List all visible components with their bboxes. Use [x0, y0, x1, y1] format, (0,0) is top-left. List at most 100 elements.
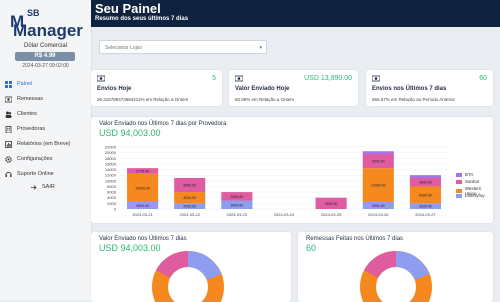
page-subtitle: Resumo dos seus últimos 7 dias [95, 16, 189, 22]
money-icon [97, 75, 105, 82]
donut-slice-sanbor [155, 250, 189, 279]
stat-value: USD 13,990.00 [304, 75, 352, 82]
chevron-down-icon: ▾ [259, 45, 262, 51]
stat-card-valor-hoje: USD 13,990.00 Valor Enviado Hoje 60.99% … [229, 70, 358, 106]
nav-label: Remessas [17, 96, 43, 102]
money-icon [235, 75, 243, 82]
nav-remessas[interactable]: Remessas [5, 94, 43, 104]
nav-label: Painel [17, 81, 33, 87]
money-icon [5, 96, 12, 103]
x-tick-label: 2024-03-24 [274, 212, 295, 217]
brand-logo: M SB Manager [10, 8, 83, 40]
building-icon [5, 125, 12, 133]
stat-label: Envios nos Últimos 7 dias [372, 86, 447, 92]
bar-value-label: 2000.00 [419, 205, 432, 209]
y-tick-label: 18000 [105, 156, 117, 161]
nav-label: Clientes [17, 111, 37, 117]
nav-label: Suporte Online [17, 171, 54, 177]
legend-label: Sanbor [465, 179, 480, 184]
bar-value-label: 12000.00 [371, 184, 386, 188]
bar-value-label: 4000.00 [183, 196, 196, 200]
sidebar: M SB Manager Dólar Comercial R$ 4.99 202… [0, 0, 92, 300]
nav-sair[interactable]: SAIR [30, 182, 55, 192]
report-icon [5, 140, 12, 148]
bar-value-label: 4000.00 [325, 202, 338, 206]
nav-suporte[interactable]: Suporte Online [5, 169, 54, 179]
exchange-rate-title: Dólar Comercial [23, 43, 67, 49]
providers-bar-chart: 0200040006000800010000120001400016000180… [105, 145, 449, 217]
nav-configuracoes[interactable]: Configurações [5, 154, 52, 164]
bar-value-label: 2500.00 [136, 204, 149, 208]
x-tick-label: 2024-03-25 [321, 212, 342, 217]
legend-item: Libertyfoy [456, 193, 485, 198]
legend-item: Sanbor [456, 179, 480, 184]
bar-value-label: 3000.00 [419, 181, 432, 185]
exchange-rate-date: 2024-03-27 09:02:00 [22, 63, 69, 69]
y-tick-label: 4000 [107, 195, 117, 200]
x-tick-label: 2024-03-23 [227, 212, 248, 217]
stat-note: 26.315789473684211% em Relação a Ontem [97, 97, 189, 102]
y-tick-label: 2000 [107, 201, 117, 206]
x-tick-label: 2024-03-22 [179, 212, 200, 217]
y-tick-label: 22000 [105, 145, 117, 150]
nav-relatorios[interactable]: Relatórios (em Breve) [5, 139, 71, 149]
store-select[interactable]: Selecionar Lojas ▾ [99, 40, 267, 54]
logo-superscript: SB [27, 8, 40, 18]
users-icon [5, 111, 12, 118]
stat-value: 60 [479, 75, 487, 82]
bar-value-label: 6000.00 [419, 193, 432, 197]
bar-value-label: 2778.00 [136, 169, 149, 173]
top-header: Seu Painel Resumo dos seus últimos 7 dia… [91, 0, 500, 27]
support-icon [5, 171, 12, 178]
page-title: Seu Painel [95, 1, 161, 16]
gear-icon [5, 155, 12, 163]
nav-label: Configurações [17, 156, 53, 162]
legend-swatch [456, 172, 462, 177]
legend-label: Libertyfoy [465, 193, 485, 198]
legend-label: BTA [465, 172, 474, 177]
remittances-donut-chart [360, 250, 432, 302]
bar-value-label: 2500.00 [372, 204, 385, 208]
y-tick-label: 6000 [107, 190, 117, 195]
y-tick-label: 12000 [105, 173, 117, 178]
legend-item: BTA [456, 172, 473, 177]
legend-swatch [456, 179, 462, 184]
donut-slice-libertyfoy [395, 251, 430, 281]
nav-painel[interactable]: Painel [5, 79, 32, 89]
x-tick-label: 2024-03-21 [132, 212, 153, 217]
value-donut-chart [152, 250, 224, 302]
stat-card-envios-7dias: 60 Envios nos Últimos 7 dias 666.67% em … [366, 70, 493, 106]
bar-value-label: 5000.00 [372, 160, 385, 164]
nav-provedoras[interactable]: Provedoras [5, 124, 45, 134]
bar-segment [362, 151, 394, 155]
bar-value-label: 2000.00 [183, 205, 196, 209]
stat-label: Envios Hoje [97, 86, 132, 92]
stat-card-envios-hoje: 5 Envios Hoje 26.315789473684211% em Rel… [91, 70, 222, 106]
store-select-placeholder: Selecionar Lojas [105, 45, 142, 51]
nav-clientes[interactable]: Clientes [5, 109, 37, 119]
logout-icon [30, 184, 37, 191]
legend-swatch [456, 193, 462, 198]
stat-note: 60.99% em Relação a Ontem [235, 97, 295, 102]
bar-value-label: 3000.00 [231, 203, 244, 207]
y-tick-label: 10000 [105, 178, 117, 183]
nav-label: Provedoras [17, 126, 46, 132]
exchange-rate-value: R$ 4.99 [15, 52, 75, 61]
stat-note: 666.67% em Relação ao Período Anterior [372, 97, 456, 102]
bar-value-label: 10000.00 [135, 186, 150, 190]
nav-label: Relatórios (em Breve) [17, 141, 71, 147]
y-tick-label: 14000 [105, 167, 117, 172]
donut-slice-libertyfoy [187, 251, 222, 281]
x-tick-label: 2024-03-26 [368, 212, 389, 217]
remittances-card: Remessas Feitas nos Últimos 7 dias 60 [298, 232, 493, 302]
logo-text: Manager [13, 21, 83, 40]
y-tick-label: 0 [114, 207, 117, 212]
y-tick-label: 20000 [105, 150, 117, 155]
donut-slice-sanbor [363, 250, 397, 279]
bar-value-label: 5000.00 [183, 184, 196, 188]
bar-segment [409, 175, 441, 178]
x-tick-label: 2024-03-27 [415, 212, 436, 217]
stat-value: 5 [212, 75, 216, 82]
grid-icon [5, 80, 12, 88]
money-icon [372, 75, 380, 82]
